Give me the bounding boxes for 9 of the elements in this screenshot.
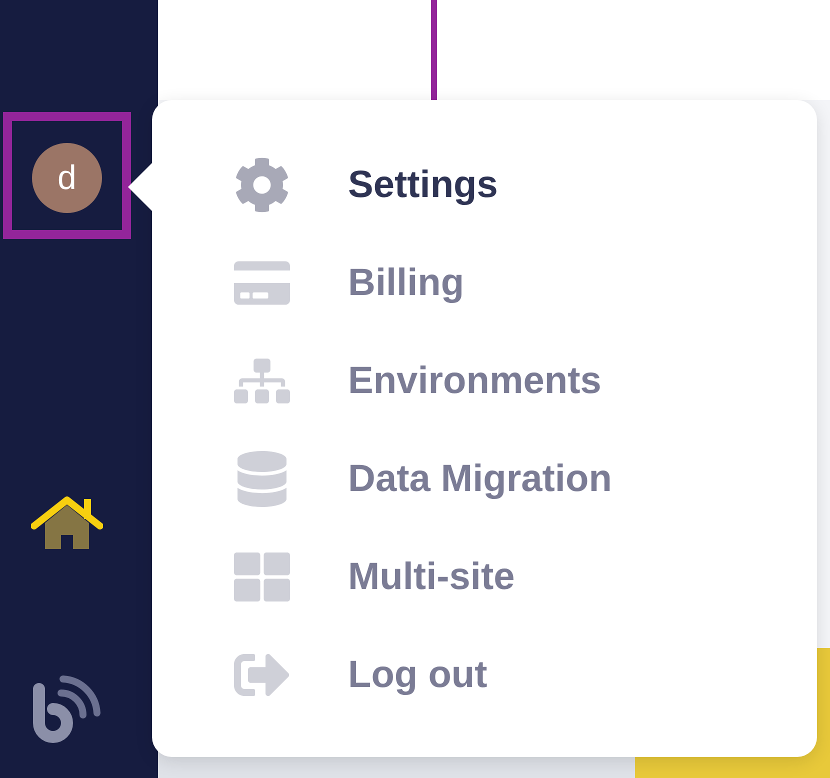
- gear-icon: [234, 157, 290, 213]
- brand-logo-icon[interactable]: [31, 673, 103, 743]
- menu-item[interactable]: Environments: [234, 332, 817, 430]
- menu-item[interactable]: Log out: [234, 626, 817, 724]
- menu-item[interactable]: Multi-site: [234, 528, 817, 626]
- menu-item[interactable]: Billing: [234, 234, 817, 332]
- menu-item[interactable]: Data Migration: [234, 430, 817, 528]
- avatar[interactable]: d: [32, 143, 102, 213]
- menu-item[interactable]: Settings: [234, 136, 817, 234]
